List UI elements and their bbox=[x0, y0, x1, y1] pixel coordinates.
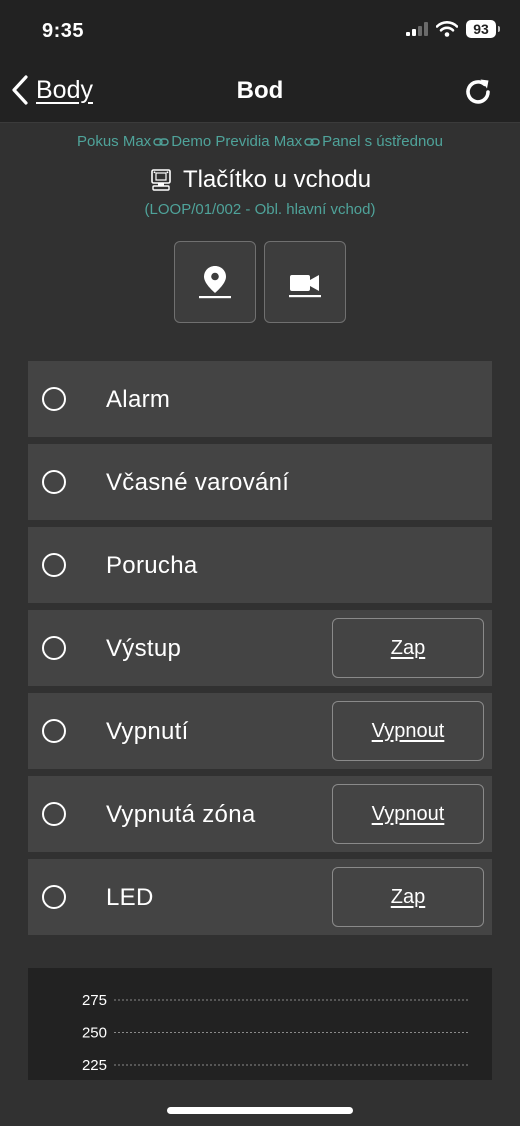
cellular-signal-icon bbox=[406, 22, 428, 36]
device-subtitle: (LOOP/01/002 - Obl. hlavní vchod) bbox=[144, 201, 376, 218]
camera-button[interactable] bbox=[264, 241, 346, 323]
chevron-left-icon bbox=[12, 75, 28, 105]
state-indicator-circle bbox=[42, 470, 66, 494]
state-label: Alarm bbox=[106, 386, 171, 413]
call-point-device-icon bbox=[151, 169, 171, 191]
state-row-disablement: Vypnutí Vypnout bbox=[28, 693, 492, 769]
breadcrumb-item[interactable]: Demo Previdia Max bbox=[171, 133, 302, 150]
state-row-output: Výstup Zap bbox=[28, 610, 492, 686]
state-row-early-warning: Včasné varování bbox=[28, 444, 492, 520]
status-icons: 93 bbox=[406, 20, 500, 38]
location-button[interactable] bbox=[174, 241, 256, 323]
led-on-button[interactable]: Zap bbox=[332, 867, 484, 927]
state-row-disabled-zone: Vypnutá zóna Vypnout bbox=[28, 776, 492, 852]
home-indicator bbox=[167, 1107, 353, 1114]
device-name: Tlačítko u vchodu bbox=[182, 166, 372, 193]
state-row-led: LED Zap bbox=[28, 859, 492, 935]
state-label: LED bbox=[106, 884, 154, 911]
location-pin-icon bbox=[199, 266, 231, 299]
output-on-button[interactable]: Zap bbox=[332, 618, 484, 678]
link-icon bbox=[304, 137, 320, 146]
breadcrumb-item[interactable]: Panel s ústřednou bbox=[322, 133, 443, 150]
state-label: Porucha bbox=[106, 552, 198, 579]
state-indicator-circle bbox=[42, 636, 66, 660]
breadcrumb: Pokus Max Demo Previdia Max Panel s ústř… bbox=[0, 133, 520, 150]
chart-panel: 275 250 225 bbox=[28, 968, 492, 1080]
wifi-icon bbox=[436, 21, 458, 37]
state-label: Vypnutá zóna bbox=[106, 801, 256, 828]
battery-indicator: 93 bbox=[466, 20, 500, 38]
state-indicator-circle bbox=[42, 553, 66, 577]
device-title: Tlačítko u vchodu bbox=[0, 166, 520, 194]
chart: 275 250 225 bbox=[82, 992, 470, 1074]
state-indicator-circle bbox=[42, 802, 66, 826]
y-tick-label: 225 bbox=[82, 1057, 107, 1074]
nav-bar: Body Bod bbox=[0, 60, 520, 123]
refresh-icon bbox=[466, 79, 490, 104]
y-tick-label: 275 bbox=[82, 992, 107, 1009]
disable-zone-button[interactable]: Vypnout bbox=[332, 784, 484, 844]
status-time: 9:35 bbox=[42, 20, 85, 42]
link-icon bbox=[153, 137, 169, 146]
state-label: Včasné varování bbox=[106, 469, 290, 496]
back-button-label: Body bbox=[36, 75, 93, 104]
state-indicator-circle bbox=[42, 719, 66, 743]
state-indicator-circle bbox=[42, 885, 66, 909]
breadcrumb-item[interactable]: Pokus Max bbox=[77, 133, 151, 150]
back-button[interactable]: Body bbox=[10, 74, 93, 106]
video-camera-icon bbox=[289, 275, 321, 298]
state-label: Vypnutí bbox=[106, 718, 189, 745]
state-label: Výstup bbox=[106, 635, 182, 662]
disable-button[interactable]: Vypnout bbox=[332, 701, 484, 761]
refresh-button[interactable] bbox=[462, 76, 494, 108]
state-row-alarm: Alarm bbox=[28, 361, 492, 437]
y-tick-label: 250 bbox=[82, 1025, 107, 1042]
state-indicator-circle bbox=[42, 387, 66, 411]
status-bar: 9:35 93 bbox=[0, 0, 520, 60]
state-row-fault: Porucha bbox=[28, 527, 492, 603]
